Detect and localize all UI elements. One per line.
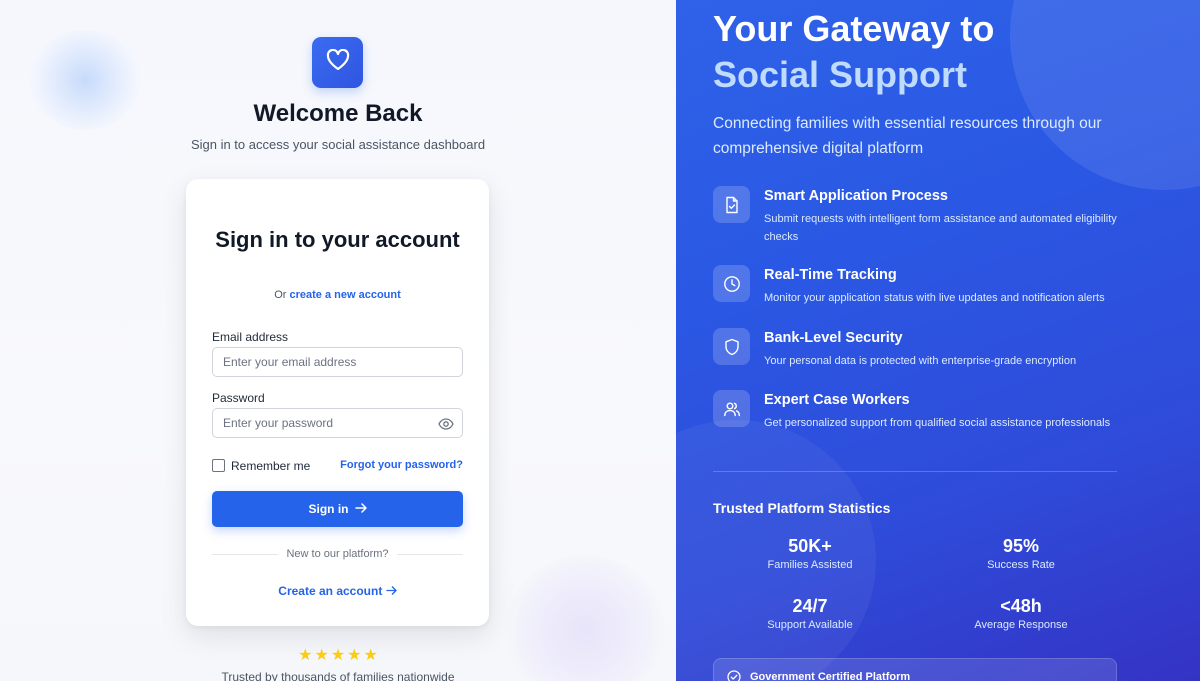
signin-button-label: Sign in [308,502,349,516]
stat-item: <48h Average Response [921,596,1121,631]
stat-item: 24/7 Support Available [710,596,910,631]
signup-divider: New to our platform? [212,548,464,560]
stat-value: <48h [1000,596,1042,616]
feature-title: Real-Time Tracking [764,267,897,283]
signin-card: Sign in to your account Or create a new … [186,179,489,626]
stat-item: 50K+ Families Assisted [710,536,910,571]
email-field[interactable] [212,347,463,377]
arrow-right-icon [354,502,367,516]
section-divider [713,471,1117,472]
welcome-title: Welcome Back [253,100,423,127]
heart-icon [326,48,350,76]
divider-line [396,553,464,555]
feature-description: Your personal data is protected with ent… [764,355,1077,367]
signin-panel: Welcome Back Sign in to access your soci… [0,0,676,681]
star-icon: ★ [330,647,346,664]
stat-label: Success Rate [987,559,1055,571]
or-prefix: Or [274,289,287,301]
check-circle-icon [726,669,742,681]
app-logo [312,37,363,88]
signin-button[interactable]: Sign in [212,491,463,527]
stat-value: 24/7 [792,596,828,616]
card-title: Sign in to your account [215,227,460,252]
feature-title: Bank-Level Security [764,330,903,346]
remember-me-checkbox[interactable] [212,459,225,472]
divider-text: New to our platform? [286,548,389,560]
feature-description: Submit requests with intelligent form as… [764,213,1117,243]
hero-subtitle: Connecting families with essential resou… [713,115,1102,157]
stat-label: Average Response [974,619,1068,631]
create-account-link[interactable]: create a new account [290,289,401,301]
clock-icon [713,265,750,302]
create-account-label: Create an account [278,584,383,598]
decorative-circle [1010,0,1200,190]
welcome-subtitle: Sign in to access your social assistance… [190,137,486,152]
stat-label: Families Assisted [767,559,853,571]
feature-title: Smart Application Process [764,188,948,204]
stat-item: 95% Success Rate [921,536,1121,571]
info-panel: Your Gateway to Social Support Connectin… [676,0,1200,681]
feature-description: Get personalized support from qualified … [764,417,1111,429]
divider-line [212,553,279,555]
rating-stars: ★ ★ ★ ★ ★ [0,648,676,664]
certification-badge: Government Certified Platform [713,658,1117,681]
create-account-prompt: Or create a new account [186,289,489,301]
star-icon: ★ [347,647,362,664]
document-check-icon [713,186,750,223]
hero-title-line2: Social Support [713,54,968,95]
stats-title: Trusted Platform Statistics [713,500,891,516]
star-icon: ★ [363,647,378,664]
users-icon [713,390,750,427]
remember-me-label[interactable]: Remember me [231,459,310,473]
stat-label: Support Available [767,619,853,631]
eye-icon[interactable] [438,416,454,432]
stat-value: 95% [1002,536,1040,556]
star-icon: ★ [314,647,329,664]
certification-text: Government Certified Platform [750,671,911,681]
email-label: Email address [212,330,289,344]
forgot-password-link[interactable]: Forgot your password? [340,459,463,471]
shield-icon [713,328,750,365]
password-field[interactable] [212,408,463,438]
password-label: Password [212,391,265,405]
arrow-right-icon [386,584,397,598]
stat-value: 50K+ [788,536,832,556]
feature-title: Expert Case Workers [764,392,910,408]
trusted-text: Trusted by thousands of families nationw… [221,670,455,681]
feature-description: Monitor your application status with liv… [764,292,1105,304]
hero-title-line1: Your Gateway to [713,8,995,49]
create-account-button[interactable]: Create an account [186,584,489,598]
star-icon: ★ [298,647,313,664]
